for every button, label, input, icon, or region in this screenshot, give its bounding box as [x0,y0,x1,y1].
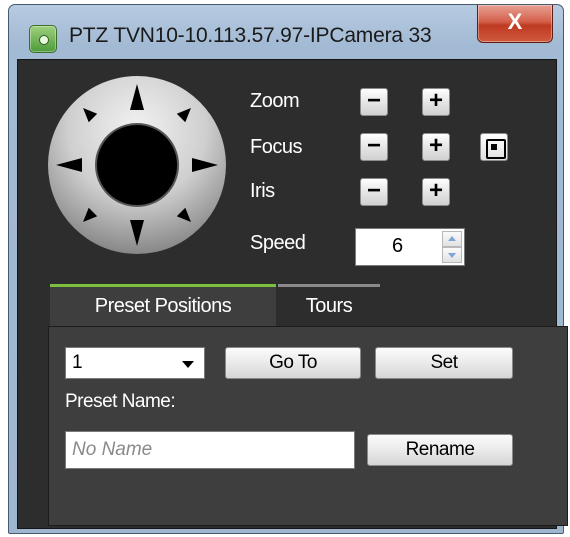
ptz-joystick[interactable] [48,76,226,254]
zoom-in-button[interactable]: + [422,88,450,116]
ptz-window: PTZ TVN10-10.113.57.97-IPCamera 33 X Zoo… [8,4,568,534]
speed-value[interactable]: 6 [392,235,403,258]
chevron-down-icon [182,361,194,368]
ptz-client-area: Zoom − + Focus − + Iris − + Speed 6 Pres… [17,59,568,529]
zoom-label: Zoom [250,90,300,112]
focus-label: Focus [250,136,302,158]
close-icon: X [507,9,523,34]
pan-down-right-arrow-icon[interactable] [176,207,196,227]
pan-left-arrow-icon[interactable] [56,158,82,172]
tab-preset-positions[interactable]: Preset Positions [50,284,276,326]
pan-up-left-arrow-icon[interactable] [78,103,98,123]
iris-label: Iris [250,180,275,202]
pan-up-right-arrow-icon[interactable] [176,103,196,123]
focus-near-button[interactable]: − [360,133,388,161]
pan-up-arrow-icon[interactable] [130,84,144,110]
autofocus-icon[interactable] [480,133,508,161]
pan-right-arrow-icon[interactable] [192,158,218,172]
preset-select[interactable]: 1 [65,347,205,379]
pan-down-arrow-icon[interactable] [130,220,144,246]
speed-stepper[interactable]: 6 [355,228,465,266]
set-button[interactable]: Set [375,347,513,379]
speed-label: Speed [250,232,306,254]
title-bar[interactable]: PTZ TVN10-10.113.57.97-IPCamera 33 X [9,5,563,59]
joystick-center[interactable] [95,123,179,207]
window-title: PTZ TVN10-10.113.57.97-IPCamera 33 [69,24,432,47]
iris-close-button[interactable]: − [360,178,388,206]
focus-far-button[interactable]: + [422,133,450,161]
spin-up-icon[interactable] [442,231,462,247]
spin-down-icon[interactable] [442,247,462,263]
rename-button[interactable]: Rename [367,434,513,466]
zoom-out-button[interactable]: − [360,88,388,116]
preset-select-value: 1 [72,352,83,373]
preset-name-input[interactable] [65,431,355,469]
close-button[interactable]: X [477,5,553,43]
pan-down-left-arrow-icon[interactable] [78,207,98,227]
tab-tours[interactable]: Tours [278,284,380,326]
speed-spin-buttons [442,231,462,263]
preset-name-label: Preset Name: [65,391,176,412]
go-to-button[interactable]: Go To [225,347,361,379]
camera-app-icon [29,25,57,53]
iris-open-button[interactable]: + [422,178,450,206]
preset-panel: 1 Go To Set Preset Name: Rename [48,326,568,526]
